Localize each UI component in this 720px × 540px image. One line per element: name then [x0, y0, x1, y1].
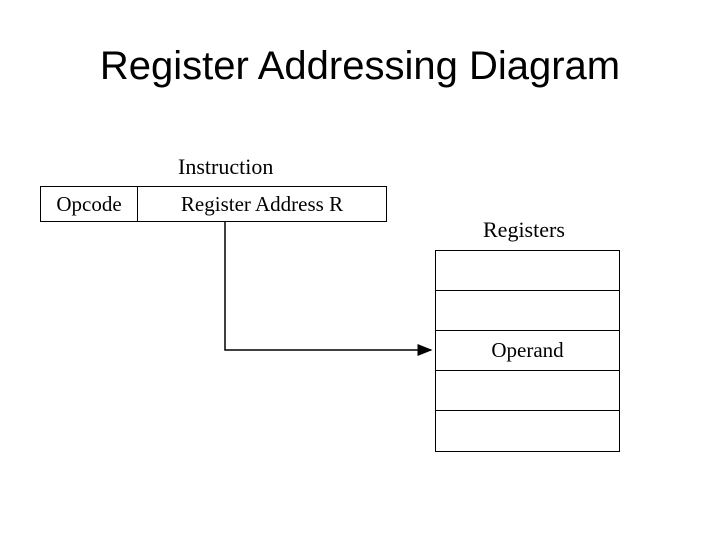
registers-label: Registers — [483, 217, 565, 243]
register-cell — [436, 251, 619, 291]
register-cell — [436, 411, 619, 451]
register-cell-operand: Operand — [436, 331, 619, 371]
opcode-field: Opcode — [41, 187, 138, 221]
registers-table: Operand — [435, 250, 620, 452]
register-cell — [436, 291, 619, 331]
instruction-box: Opcode Register Address R — [40, 186, 387, 222]
register-address-field: Register Address R — [138, 187, 386, 221]
page-title: Register Addressing Diagram — [0, 44, 720, 89]
register-cell — [436, 371, 619, 411]
instruction-label: Instruction — [178, 154, 273, 180]
